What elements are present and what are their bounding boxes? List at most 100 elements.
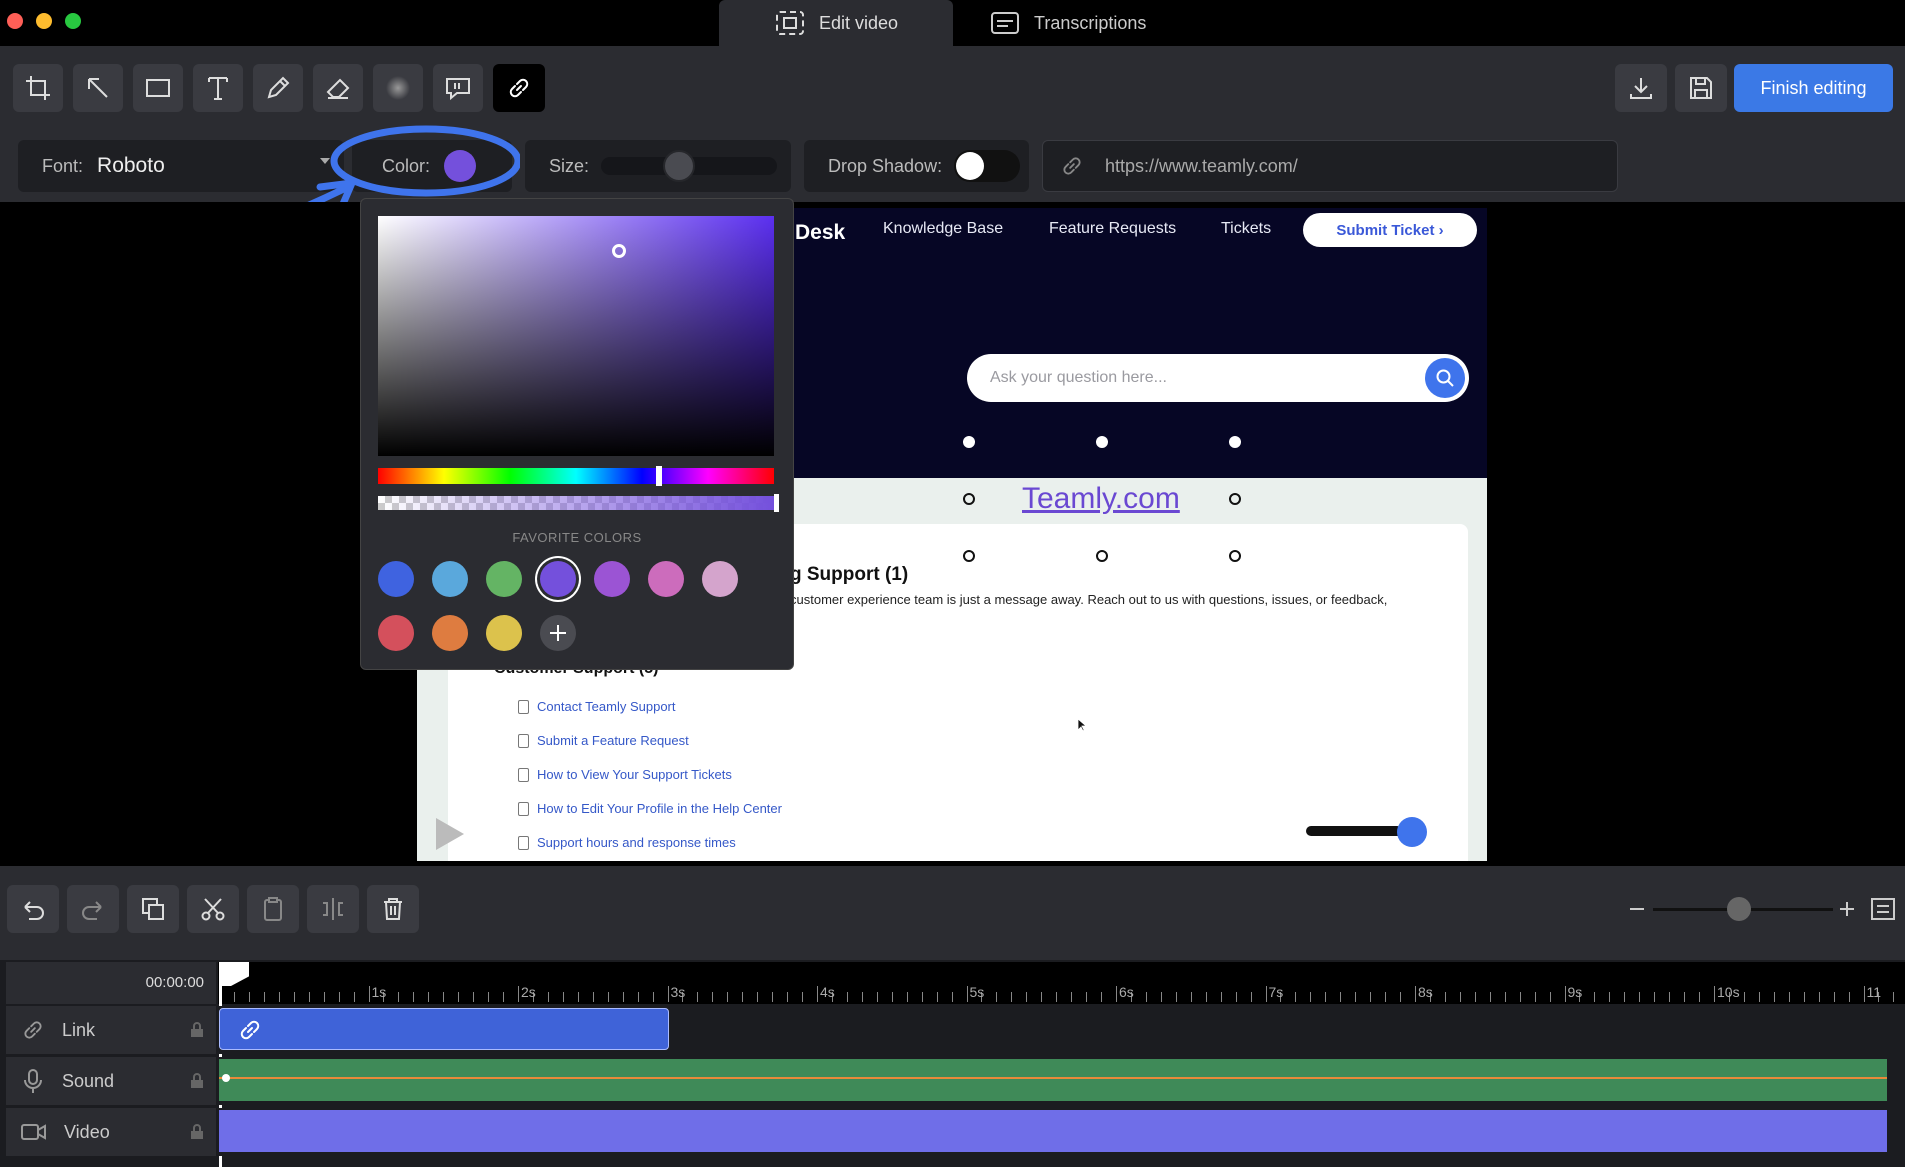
nav-tickets[interactable]: Tickets [1221,220,1271,238]
volume-keyframe[interactable] [222,1074,230,1082]
resize-handle[interactable] [963,436,975,448]
opacity-slider[interactable] [378,496,774,510]
favorite-color-swatch-selected[interactable] [540,561,576,597]
redo-button[interactable] [67,885,119,933]
font-value: Roboto [97,154,165,177]
document-icon [518,835,529,850]
volume-track[interactable] [1306,826,1402,836]
resize-handle[interactable] [1229,550,1241,562]
favorite-color-swatch[interactable] [594,561,630,597]
toggle-knob [956,152,984,180]
undo-button[interactable] [7,885,59,933]
drop-shadow-toggle[interactable] [954,150,1020,182]
article-link[interactable]: Submit a Feature Request [518,733,689,748]
eraser-tool-button[interactable] [313,64,363,112]
ruler-tick [1011,992,1013,1002]
hue-slider-thumb[interactable] [656,466,662,486]
favorite-color-swatch[interactable] [432,561,468,597]
link-clip[interactable] [219,1008,669,1050]
ruler-tick [562,992,564,1002]
ruler-tick [1220,992,1222,1002]
link-icon [509,78,529,98]
pencil-tool-button[interactable] [253,64,303,112]
speech-bubble-tool-button[interactable] [433,64,483,112]
submit-ticket-button[interactable]: Submit Ticket › [1303,213,1477,247]
opacity-slider-thumb[interactable] [774,494,779,512]
ruler-tick [1310,992,1312,1002]
favorite-color-swatch[interactable] [486,615,522,651]
lock-icon[interactable] [190,1022,204,1038]
video-clip[interactable] [219,1110,1887,1152]
volume-thumb[interactable] [1397,817,1427,847]
tab-edit-video[interactable]: Edit video [775,0,898,46]
url-input[interactable]: https://www.teamly.com/ [1042,140,1618,192]
favorite-color-swatch[interactable] [486,561,522,597]
article-link[interactable]: Contact Teamly Support [518,699,676,714]
saturation-area[interactable] [378,216,774,456]
favorite-color-swatch[interactable] [702,561,738,597]
blur-tool-button[interactable] [373,64,423,112]
crop-tool-button[interactable] [13,64,63,112]
saturation-handle[interactable] [612,244,626,258]
minimize-window-button[interactable] [36,13,52,29]
save-button[interactable] [1675,64,1727,112]
arrow-icon [88,78,108,98]
zoom-slider-thumb[interactable] [1727,897,1751,921]
play-icon[interactable] [436,818,464,850]
article-link[interactable]: How to View Your Support Tickets [518,767,732,782]
nav-knowledge-base[interactable]: Knowledge Base [883,220,1003,238]
hue-slider[interactable] [378,468,774,484]
ruler-tick [1743,992,1745,1002]
search-button[interactable] [1425,358,1465,398]
rectangle-tool-button[interactable] [133,64,183,112]
sound-clip[interactable] [219,1059,1887,1101]
tab-transcriptions[interactable]: Transcriptions [990,0,1146,46]
resize-handle[interactable] [1229,493,1241,505]
article-link[interactable]: How to Edit Your Profile in the Help Cen… [518,801,782,816]
nav-feature-requests[interactable]: Feature Requests [1049,220,1176,238]
close-window-button[interactable] [7,13,23,29]
help-search-bar[interactable]: Ask your question here... [967,354,1469,402]
duplicate-button[interactable] [127,885,179,933]
ruler-tick [1145,992,1147,1002]
add-favorite-color-button[interactable] [540,615,576,651]
ruler-tick [338,992,340,1002]
fit-timeline-icon[interactable] [1870,897,1896,921]
ruler-tick [547,992,549,1002]
paste-button[interactable] [247,885,299,933]
favorite-color-swatch[interactable] [648,561,684,597]
link-tool-button[interactable] [493,64,545,112]
resize-handle[interactable] [963,550,975,562]
link-annotation-text[interactable]: Teamly.com [1022,482,1180,516]
split-button[interactable] [307,885,359,933]
cut-button[interactable] [187,885,239,933]
text-tool-button[interactable] [193,64,243,112]
ruler-tick [413,992,415,1002]
zoom-out-icon[interactable] [1628,900,1646,918]
resize-handle[interactable] [1229,436,1241,448]
ruler-tick [1564,986,1566,1002]
lock-icon[interactable] [190,1124,204,1140]
article-link[interactable]: Support hours and response times [518,835,736,850]
ruler-tick-label: 1s [371,984,387,1000]
arrow-tool-button[interactable] [73,64,123,112]
eraser-icon [326,78,350,99]
ruler-tick [1639,992,1641,1002]
zoom-in-icon[interactable] [1838,900,1856,918]
favorite-color-swatch[interactable] [378,561,414,597]
link-icon [24,1021,42,1039]
maximize-window-button[interactable] [65,13,81,29]
size-slider-thumb[interactable] [663,150,695,182]
resize-handle[interactable] [1096,550,1108,562]
split-icon [323,898,343,920]
delete-button[interactable] [367,885,419,933]
ruler-tick [802,992,804,1002]
resize-handle[interactable] [1096,436,1108,448]
finish-editing-button[interactable]: Finish editing [1734,64,1893,112]
lock-icon[interactable] [190,1073,204,1089]
favorite-color-swatch[interactable] [432,615,468,651]
resize-handle[interactable] [963,493,975,505]
favorite-color-swatch[interactable] [378,615,414,651]
download-button[interactable] [1615,64,1667,112]
ruler-tick [1400,992,1402,1002]
